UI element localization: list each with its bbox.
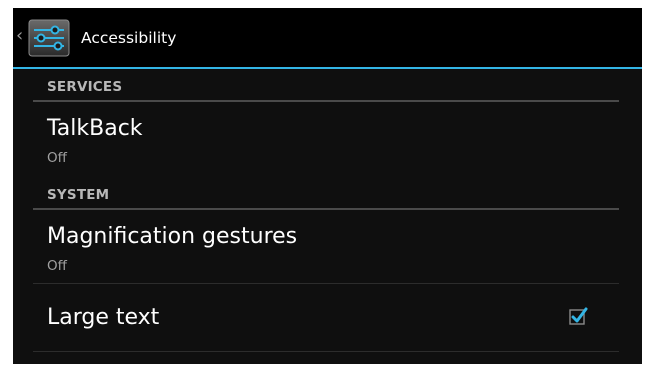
action-bar: ‹ Accessibility xyxy=(13,8,642,69)
pref-title: Magnification gestures xyxy=(47,224,298,249)
pref-summary: Off xyxy=(47,258,67,274)
category-header-services: SERVICES xyxy=(33,74,619,102)
settings-sliders-icon[interactable] xyxy=(28,19,70,57)
chevron-left-icon[interactable]: ‹ xyxy=(16,24,23,48)
page-title: Accessibility xyxy=(81,29,177,47)
category-label: SYSTEM xyxy=(47,187,110,203)
divider xyxy=(33,283,619,284)
pref-title: TalkBack xyxy=(47,116,143,141)
category-header-system: SYSTEM xyxy=(33,182,619,210)
divider xyxy=(33,351,619,352)
category-label: SERVICES xyxy=(47,79,123,95)
pref-title: Large text xyxy=(47,305,160,330)
settings-screen: ‹ Accessibility SERVICES TalkBack Off SY… xyxy=(13,8,642,364)
large-text-checkbox[interactable] xyxy=(568,306,588,326)
pref-summary: Off xyxy=(47,150,67,166)
